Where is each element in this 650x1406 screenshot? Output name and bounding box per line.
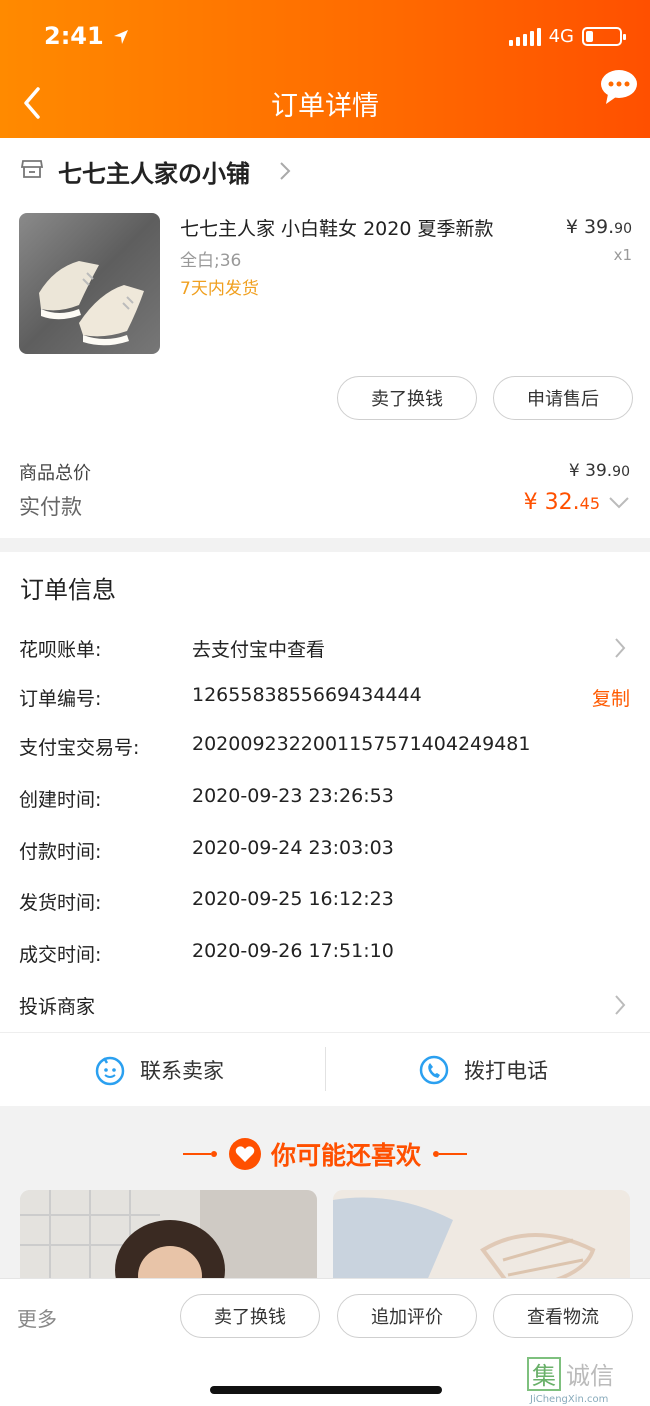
chat-bubble-icon[interactable]	[600, 68, 638, 108]
info-value-paid: 2020-09-24 23:03:03	[192, 837, 394, 859]
watermark-image: 集 诚信 JiChengXin.com	[527, 1357, 614, 1405]
signal-icon	[508, 27, 541, 46]
copy-button[interactable]: 复制	[592, 684, 630, 711]
recommend-title-text: 你可能还喜欢	[270, 1141, 421, 1170]
svg-text:诚信: 诚信	[566, 1362, 614, 1390]
home-indicator	[210, 1386, 442, 1394]
complain-seller-link[interactable]: 投诉商家	[19, 992, 95, 1019]
info-label-paid: 付款时间:	[19, 841, 102, 863]
page-title: 订单详情	[271, 91, 379, 122]
call-phone-button[interactable]: 拨打电话	[418, 1033, 548, 1107]
product-image[interactable]	[19, 213, 160, 354]
call-phone-label: 拨打电话	[464, 1059, 548, 1083]
recommend-item-1[interactable]	[20, 1190, 317, 1290]
product-quantity: x1	[613, 246, 632, 264]
info-label-order-no: 订单编号:	[19, 688, 102, 710]
info-label-completed: 成交时间:	[19, 944, 102, 966]
info-label-alipay-no: 支付宝交易号:	[19, 737, 140, 759]
recommend-image-1	[20, 1190, 317, 1290]
info-value-huabei[interactable]: 去支付宝中查看	[192, 635, 325, 662]
info-value-shipped: 2020-09-25 16:12:23	[192, 888, 394, 910]
product-price: ¥ 39.90	[565, 216, 632, 238]
info-value-order-no: 1265583855669434444	[192, 684, 422, 706]
paid-label: 实付款	[19, 495, 82, 519]
info-label-shipped: 发货时间:	[19, 892, 102, 914]
info-label-created: 创建时间:	[19, 789, 102, 811]
recommend-title: 你可能还喜欢	[0, 1136, 650, 1172]
title-line-left	[182, 1151, 217, 1157]
chevron-down-icon[interactable]	[608, 496, 630, 510]
sell-button[interactable]: 卖了换钱	[337, 376, 477, 420]
battery-icon	[582, 27, 626, 46]
shoe-image	[39, 261, 144, 346]
svg-text:集: 集	[532, 1362, 556, 1390]
more-button[interactable]: 更多	[17, 1303, 57, 1332]
contact-bar: 联系卖家 拨打电话	[0, 1032, 650, 1106]
phone-icon	[419, 1055, 449, 1085]
header-bar: 2:41 4G 订单详情	[0, 0, 650, 138]
contact-divider	[325, 1047, 326, 1091]
add-review-button[interactable]: 追加评价	[337, 1294, 477, 1338]
network-label: 4G	[548, 26, 574, 47]
paid-amount: ¥ 32.45	[523, 490, 600, 515]
product-shipping: 7天内发货	[180, 279, 259, 299]
total-price-label: 商品总价	[19, 463, 91, 484]
info-value-created: 2020-09-23 23:26:53	[192, 785, 394, 807]
recommend-item-2[interactable]	[333, 1190, 630, 1290]
total-price: ¥ 39.90	[568, 461, 630, 481]
heart-icon	[228, 1138, 261, 1170]
title-line-right	[433, 1151, 467, 1157]
recommend-image-2	[333, 1190, 630, 1290]
location-arrow-icon	[114, 30, 129, 44]
contact-seller-button[interactable]: 联系卖家	[94, 1033, 224, 1107]
view-logistics-button[interactable]: 查看物流	[493, 1294, 633, 1338]
shop-icon	[20, 160, 44, 178]
chevron-right-icon[interactable]	[278, 160, 292, 182]
watermark-logo: 集 诚信 JiChengXin.com	[526, 1356, 644, 1406]
shop-name[interactable]: 七七主人家の小铺	[58, 154, 250, 189]
after-sales-button[interactable]: 申请售后	[493, 376, 633, 420]
sell-for-cash-button[interactable]: 卖了换钱	[180, 1294, 320, 1338]
product-spec: 全白;36	[180, 251, 242, 271]
status-time: 2:41	[44, 22, 130, 50]
chevron-right-icon[interactable]	[614, 994, 626, 1016]
status-icons: 4G	[508, 26, 626, 47]
svg-text:JiChengXin.com: JiChengXin.com	[529, 1394, 608, 1405]
order-info-title: 订单信息	[20, 576, 116, 604]
contact-seller-label: 联系卖家	[140, 1059, 224, 1083]
info-value-alipay-no: 2020092322001157571404249481	[192, 733, 531, 755]
product-title[interactable]: 七七主人家 小白鞋女 2020 夏季新款	[180, 214, 493, 241]
info-label-huabei: 花呗账单:	[19, 639, 102, 661]
info-value-completed: 2020-09-26 17:51:10	[192, 940, 394, 962]
chevron-right-icon[interactable]	[614, 637, 626, 659]
smile-icon	[95, 1056, 125, 1086]
